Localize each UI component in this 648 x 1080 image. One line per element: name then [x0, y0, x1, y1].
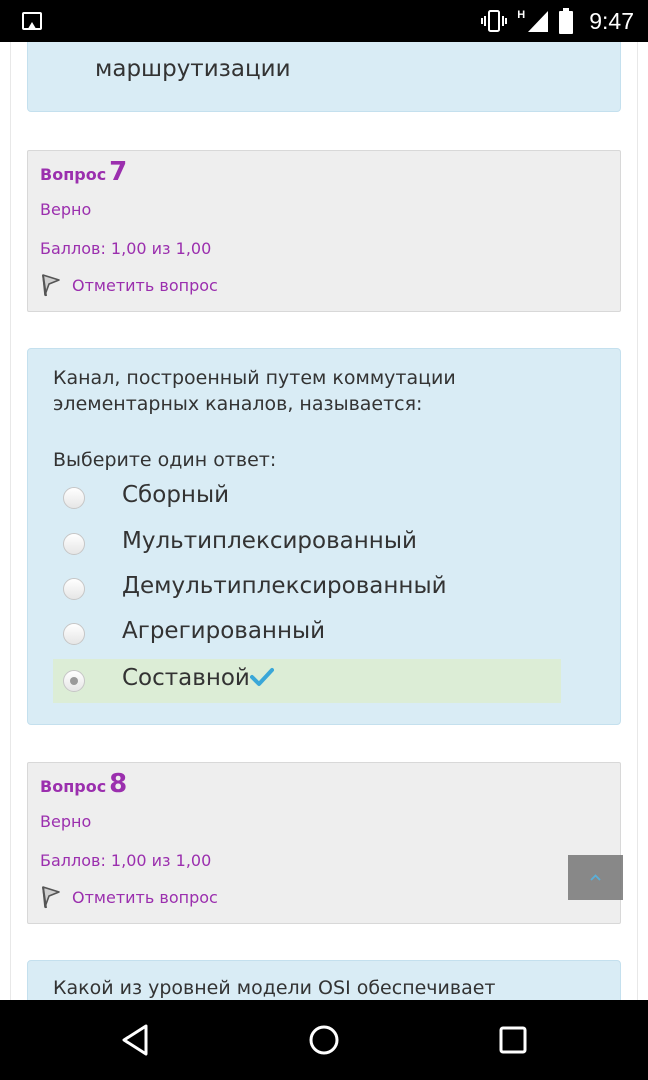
- status-icons: H 9:47: [481, 6, 634, 36]
- option-label: Агрегированный: [122, 618, 326, 644]
- home-icon: [309, 1025, 339, 1055]
- flag-question-link[interactable]: Отметить вопрос: [40, 273, 218, 297]
- question-text: Канал, построенный путем коммутации элем…: [53, 367, 456, 415]
- radio-button-selected[interactable]: [63, 670, 85, 692]
- question-state: Верно: [40, 200, 92, 219]
- status-bar: H 9:47: [0, 0, 648, 42]
- flag-question-label: Отметить вопрос: [72, 887, 218, 907]
- correct-check-icon: [249, 667, 274, 686]
- question-text: Какой из уровней модели OSI обеспечивает: [53, 977, 496, 999]
- answer-option[interactable]: Мультиплексированный: [53, 522, 561, 566]
- back-icon: [122, 1024, 148, 1056]
- flag-icon: [42, 274, 60, 297]
- option-label: Сборный: [122, 482, 230, 508]
- previous-question-text: маршрутизации: [95, 56, 291, 82]
- question-state: Верно: [40, 812, 92, 831]
- back-button[interactable]: [115, 1020, 155, 1060]
- question-number: Вопрос 7: [40, 157, 128, 187]
- recents-icon: [499, 1026, 527, 1054]
- question-grade: Баллов: 1,00 из 1,00: [40, 851, 212, 870]
- signal-icon: [528, 11, 549, 32]
- radio-button[interactable]: [63, 623, 85, 645]
- gallery-icon: [22, 12, 42, 30]
- answer-option-correct[interactable]: Составной: [53, 659, 561, 703]
- option-label: Составной: [122, 665, 274, 691]
- home-button[interactable]: [304, 1020, 344, 1060]
- option-label: Демультиплексированный: [122, 573, 447, 599]
- question-info-8: Вопрос 8 Верно Баллов: 1,00 из 1,00 Отмет…: [27, 762, 621, 924]
- answer-prompt: Выберите один ответ:: [53, 449, 277, 471]
- question-content-7: Канал, построенный путем коммутации элем…: [27, 348, 621, 725]
- battery-icon: [559, 8, 574, 34]
- vibrate-icon: [481, 10, 508, 32]
- radio-button[interactable]: [63, 533, 85, 555]
- radio-button[interactable]: [63, 487, 85, 509]
- option-label: Мультиплексированный: [122, 528, 417, 554]
- quiz-review-page[interactable]: маршрутизации Вопрос 7 Верно Баллов: 1,00…: [0, 42, 648, 1000]
- flag-question-label: Отметить вопрос: [72, 275, 218, 295]
- chevron-up-icon: [590, 874, 601, 881]
- scroll-to-top-button[interactable]: [568, 855, 623, 900]
- question-content-8: Какой из уровней модели OSI обеспечивает: [27, 960, 621, 1000]
- status-clock: 9:47: [589, 7, 634, 34]
- network-type-label: H: [517, 9, 526, 21]
- radio-button[interactable]: [63, 578, 85, 600]
- question-grade: Баллов: 1,00 из 1,00: [40, 239, 212, 258]
- recents-button[interactable]: [493, 1020, 533, 1060]
- answer-option[interactable]: Демультиплексированный: [53, 567, 561, 611]
- answer-option[interactable]: Агрегированный: [53, 612, 561, 656]
- flag-question-link[interactable]: Отметить вопрос: [40, 885, 218, 909]
- flag-icon: [42, 886, 60, 909]
- question-info-7: Вопрос 7 Верно Баллов: 1,00 из 1,00 Отмет…: [27, 150, 621, 312]
- answer-option[interactable]: Сборный: [53, 476, 561, 520]
- navigation-bar: [0, 1000, 648, 1080]
- question-number: Вопрос 8: [40, 769, 128, 799]
